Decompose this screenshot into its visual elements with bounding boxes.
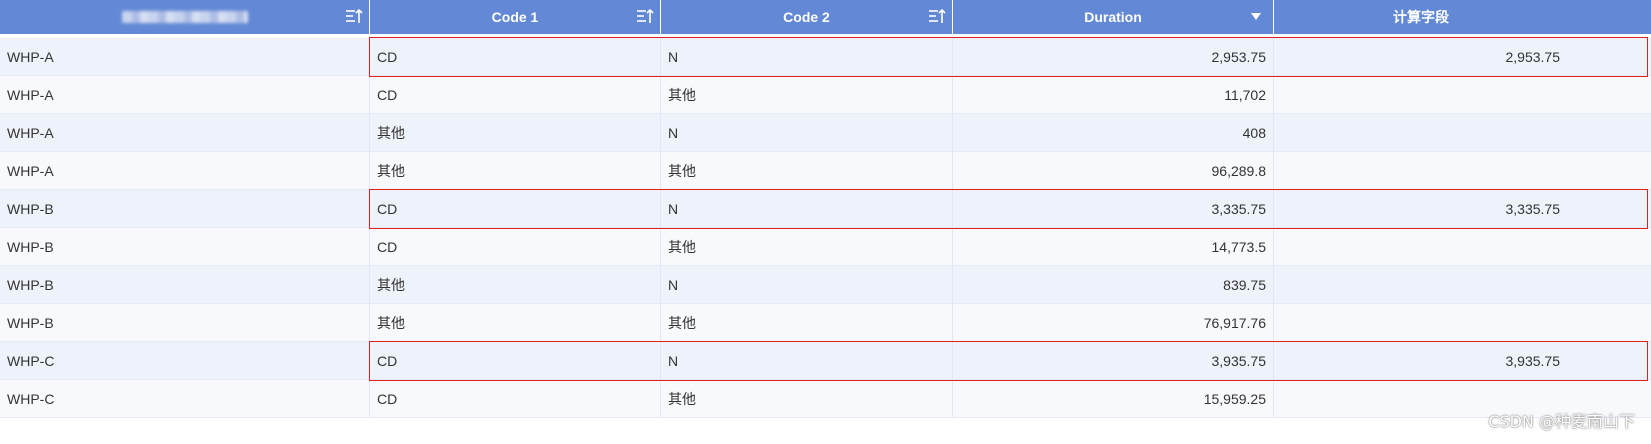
cell-duration: 839.75	[953, 266, 1274, 303]
cell-calculated-field: 2,953.75	[1505, 48, 1561, 65]
cell-code2: 其他	[661, 304, 953, 341]
table-row[interactable]: WHP-B CD N 3,335.75 3,335.75	[0, 190, 1651, 228]
cell-duration: 408	[953, 114, 1274, 151]
cell-calculated-field: 3,335.75	[1505, 200, 1561, 217]
column-header-duration[interactable]: Duration	[953, 0, 1274, 34]
cell-name: WHP-A	[0, 114, 370, 151]
cell-name: WHP-B	[0, 266, 370, 303]
column-header-calculated-field[interactable]: 计算字段	[1274, 0, 1568, 34]
sort-descending-icon[interactable]	[1251, 13, 1261, 20]
table-row[interactable]: WHP-A CD N 2,953.75 2,953.75	[0, 38, 1651, 76]
cell-code2: 其他	[661, 380, 953, 417]
cell-duration: 15,959.25	[953, 380, 1274, 417]
cell-calculated-field	[1274, 114, 1568, 151]
table-row[interactable]: WHP-A CD 其他 11,702	[0, 76, 1651, 114]
cell-calculated-field	[1274, 304, 1568, 341]
table-row[interactable]: WHP-B CD 其他 14,773.5	[0, 228, 1651, 266]
cell-calculated-field	[1274, 266, 1568, 303]
cell-duration: 3,935.75	[953, 342, 1274, 379]
table-header: Code 1 Code 2 Duration 计算字段	[0, 0, 1651, 34]
table-row[interactable]: WHP-C CD N 3,935.75 3,935.75	[0, 342, 1651, 380]
cell-code1: CD	[370, 76, 661, 113]
cell-code2: N	[661, 114, 953, 151]
cell-code1: CD	[370, 228, 661, 265]
column-header-label: 计算字段	[1393, 9, 1449, 25]
cell-duration: 2,953.75	[953, 38, 1274, 75]
column-header-code1[interactable]: Code 1	[370, 0, 661, 34]
cell-duration: 14,773.5	[953, 228, 1274, 265]
cell-name: WHP-C	[0, 380, 370, 417]
column-header-label: Code 2	[783, 9, 830, 25]
cell-calculated-field	[1274, 152, 1568, 189]
cell-calculated-field	[1274, 228, 1568, 265]
cell-duration: 96,289.8	[953, 152, 1274, 189]
cell-name: WHP-B	[0, 228, 370, 265]
table-row[interactable]: WHP-A 其他 N 408	[0, 114, 1651, 152]
cell-code1: CD	[370, 342, 661, 379]
table-row[interactable]: WHP-B 其他 N 839.75	[0, 266, 1651, 304]
cell-name: WHP-B	[0, 304, 370, 341]
column-header-name[interactable]	[0, 0, 370, 34]
cell-code2: 其他	[661, 228, 953, 265]
column-header-label: Duration	[1084, 9, 1142, 25]
cell-code1: 其他	[370, 152, 661, 189]
cell-code2: 其他	[661, 152, 953, 189]
cell-code2: N	[661, 38, 953, 75]
cell-calculated-field: 3,935.75	[1505, 352, 1561, 369]
cell-duration: 76,917.76	[953, 304, 1274, 341]
cell-name: WHP-A	[0, 38, 370, 75]
cell-code1: 其他	[370, 266, 661, 303]
cell-code1: 其他	[370, 304, 661, 341]
sort-icon[interactable]	[636, 8, 654, 26]
cell-name: WHP-B	[0, 190, 370, 227]
cell-code2: N	[661, 266, 953, 303]
cell-code1: CD	[370, 380, 661, 417]
data-table: Code 1 Code 2 Duration 计算字段 WHP-A CD N 2,95…	[0, 0, 1651, 418]
table-body: WHP-A CD N 2,953.75 2,953.75 WHP-A CD 其他 11,702 W…	[0, 38, 1651, 418]
cell-code1: CD	[370, 190, 661, 227]
cell-duration: 3,335.75	[953, 190, 1274, 227]
cell-code1: CD	[370, 38, 661, 75]
table-row[interactable]: WHP-B 其他 其他 76,917.76	[0, 304, 1651, 342]
cell-name: WHP-A	[0, 152, 370, 189]
table-row[interactable]: WHP-C CD 其他 15,959.25	[0, 380, 1651, 418]
cell-code1: 其他	[370, 114, 661, 151]
cell-code2: N	[661, 190, 953, 227]
cell-code2: 其他	[661, 76, 953, 113]
sort-icon[interactable]	[345, 8, 363, 26]
cell-calculated-field	[1274, 76, 1568, 113]
cell-code2: N	[661, 342, 953, 379]
table-row[interactable]: WHP-A 其他 其他 96,289.8	[0, 152, 1651, 190]
sort-icon[interactable]	[928, 8, 946, 26]
cell-name: WHP-A	[0, 76, 370, 113]
column-header-code2[interactable]: Code 2	[661, 0, 953, 34]
column-header-label: Code 1	[491, 9, 539, 25]
cell-duration: 11,702	[953, 76, 1274, 113]
watermark: CSDN @种麦南山下	[1488, 412, 1635, 431]
cell-name: WHP-C	[0, 342, 370, 379]
obscured-header-label	[121, 11, 248, 23]
